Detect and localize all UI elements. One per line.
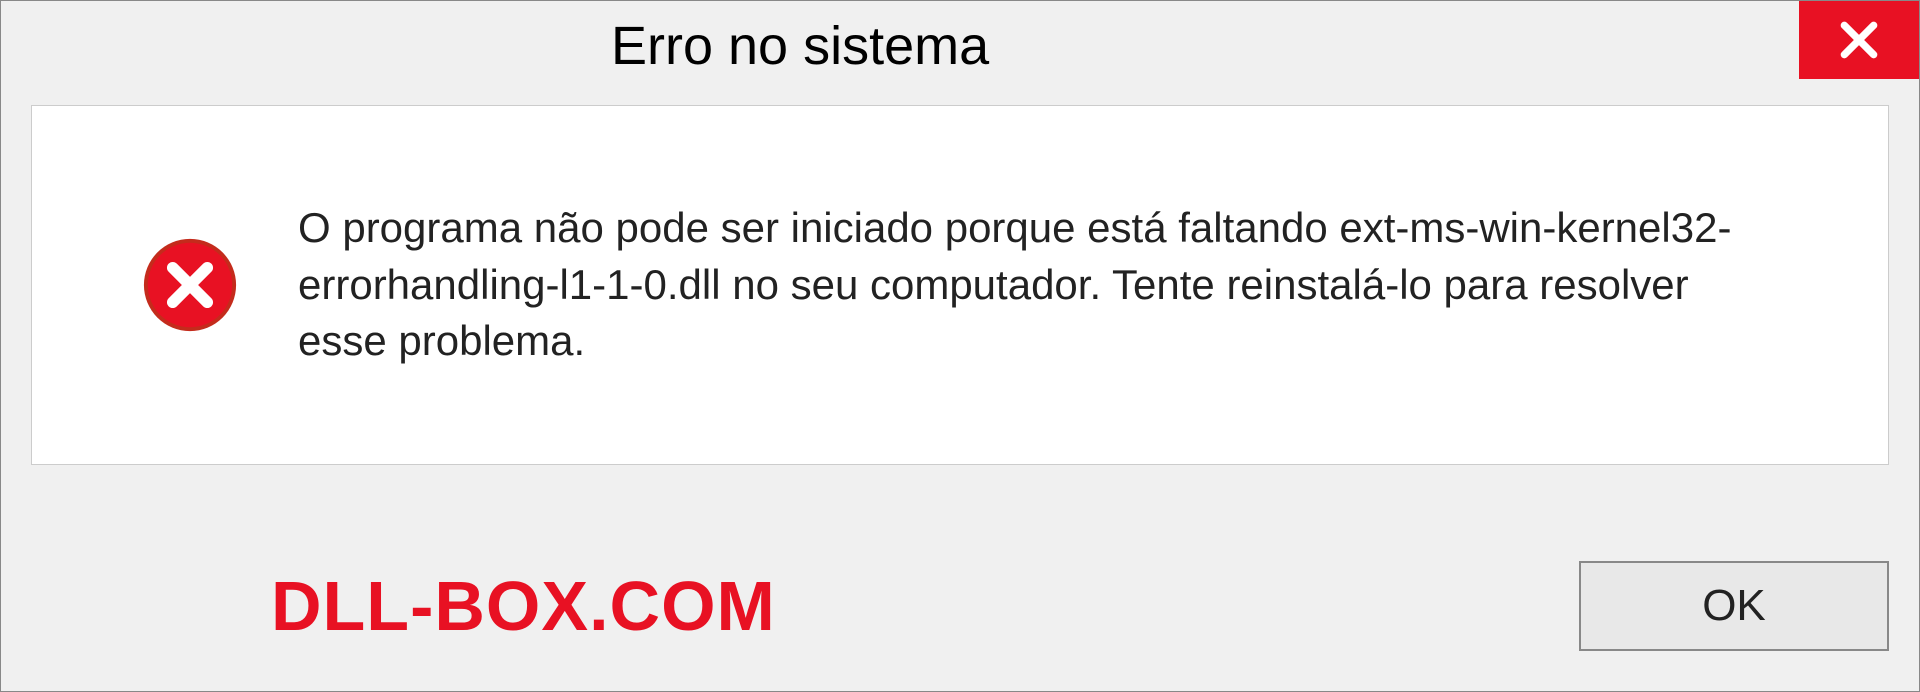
footer: DLL-BOX.COM OK	[31, 551, 1889, 661]
error-icon	[142, 237, 238, 333]
dialog-title: Erro no sistema	[611, 15, 989, 77]
close-button[interactable]	[1799, 1, 1919, 79]
ok-button-label: OK	[1702, 581, 1766, 631]
watermark-text: DLL-BOX.COM	[31, 566, 776, 646]
ok-button[interactable]: OK	[1579, 561, 1889, 651]
close-icon	[1837, 18, 1881, 62]
content-area: O programa não pode ser iniciado porque …	[31, 105, 1889, 465]
error-message: O programa não pode ser iniciado porque …	[298, 200, 1788, 370]
titlebar: Erro no sistema	[1, 1, 1919, 91]
error-dialog: Erro no sistema O programa não pode ser …	[0, 0, 1920, 692]
